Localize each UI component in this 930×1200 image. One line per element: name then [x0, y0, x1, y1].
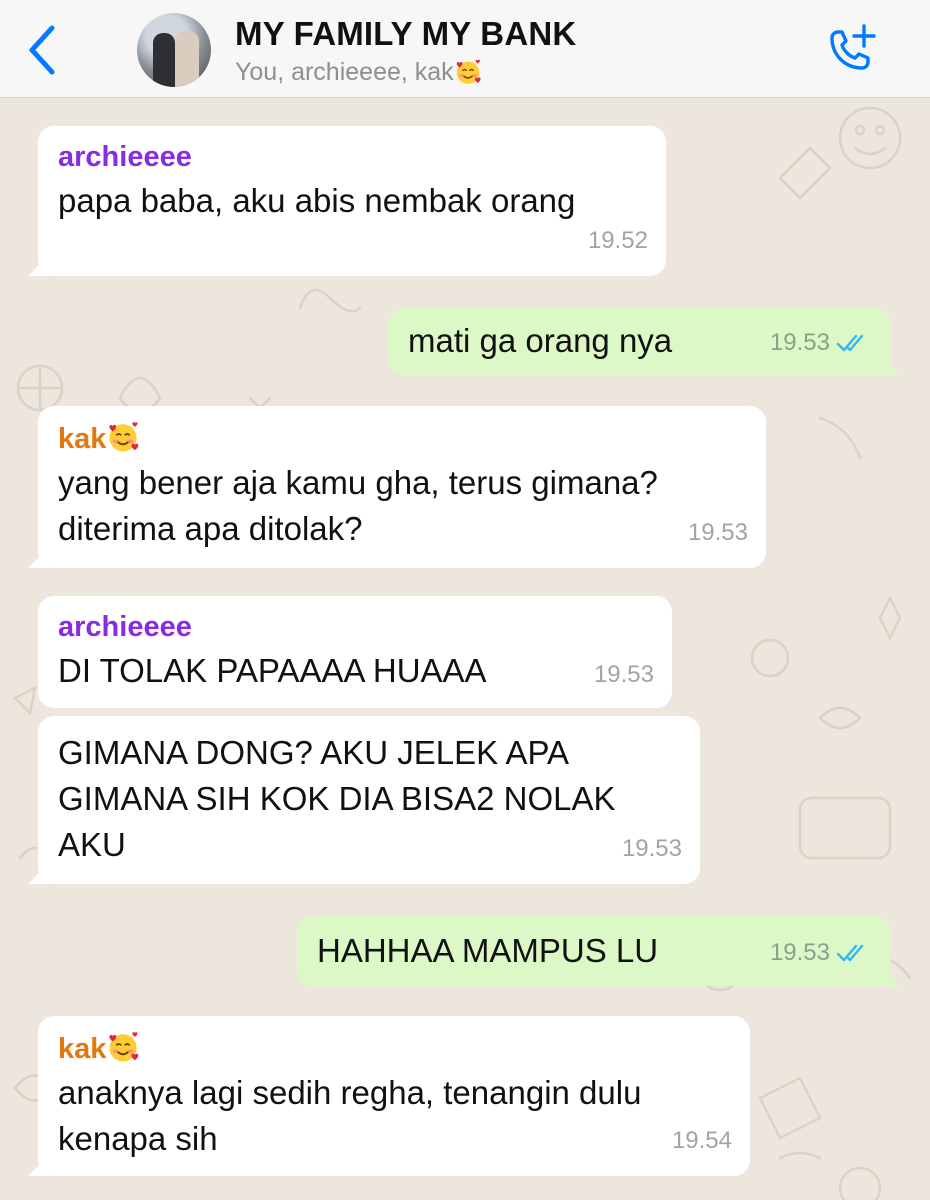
smiling-face-with-hearts-icon	[106, 420, 140, 454]
smiling-face-with-hearts-icon	[454, 58, 482, 86]
message-bubble[interactable]: HAHHAA MAMPUS LU 19.53	[297, 916, 890, 986]
participants-label: You, archieeee, kak	[235, 58, 454, 86]
add-call-icon[interactable]	[822, 24, 878, 76]
chat-header: MY FAMILY MY BANK You, archieeee, kak	[0, 0, 930, 98]
message-bubble[interactable]: archieeee DI TOLAK PAPAAAA HUAAA 19.53	[38, 596, 672, 708]
sender-name[interactable]: archieeee	[58, 140, 646, 174]
group-avatar[interactable]	[137, 13, 211, 87]
message-text: AKU	[58, 826, 126, 863]
message-bubble[interactable]: archieeee papa baba, aku abis nembak ora…	[38, 126, 666, 276]
message-time: 19.52	[587, 227, 648, 254]
chevron-left-icon[interactable]	[22, 22, 62, 78]
message-time: 19.53	[621, 835, 682, 862]
message-time: 19.53	[770, 930, 872, 976]
message-bubble[interactable]: GIMANA DONG? AKU JELEK APA GIMANA SIH KO…	[38, 716, 700, 884]
message-text: GIMANA DONG? AKU JELEK APA	[58, 734, 570, 771]
message-text: GIMANA SIH KOK DIA BISA2 NOLAK	[58, 780, 616, 817]
message-text: yang bener aja kamu gha, terus gimana?	[58, 464, 658, 501]
message-time: 19.53	[687, 519, 748, 546]
sender-name[interactable]: kak	[58, 1030, 730, 1066]
read-ticks-icon	[836, 332, 872, 354]
message-bubble[interactable]: mati ga orang nya 19.53	[388, 308, 890, 376]
message-text: diterima apa ditolak?	[58, 510, 363, 547]
smiling-face-with-hearts-icon	[106, 1030, 140, 1064]
chat-title[interactable]: MY FAMILY MY BANK	[235, 15, 576, 53]
message-time: 19.53	[770, 320, 872, 366]
message-list[interactable]: archieeee papa baba, aku abis nembak ora…	[0, 98, 930, 1200]
chat-subtitle[interactable]: You, archieeee, kak	[235, 58, 482, 87]
read-ticks-icon	[836, 942, 872, 964]
sender-name[interactable]: archieeee	[58, 610, 652, 644]
message-time: 19.53	[593, 661, 654, 688]
message-text: kenapa sih	[58, 1120, 218, 1157]
message-text: papa baba, aku abis nembak orang	[58, 182, 576, 219]
message-bubble[interactable]: kak anaknya lagi sedih regha, tenangin d…	[38, 1016, 750, 1176]
sender-name[interactable]: kak	[58, 420, 746, 456]
message-text: anaknya lagi sedih regha, tenangin dulu	[58, 1074, 642, 1111]
message-bubble[interactable]: kak yang bener aja kamu gha, terus giman…	[38, 406, 766, 568]
message-time: 19.54	[671, 1127, 732, 1154]
message-text: DI TOLAK PAPAAAA HUAAA	[58, 652, 487, 689]
